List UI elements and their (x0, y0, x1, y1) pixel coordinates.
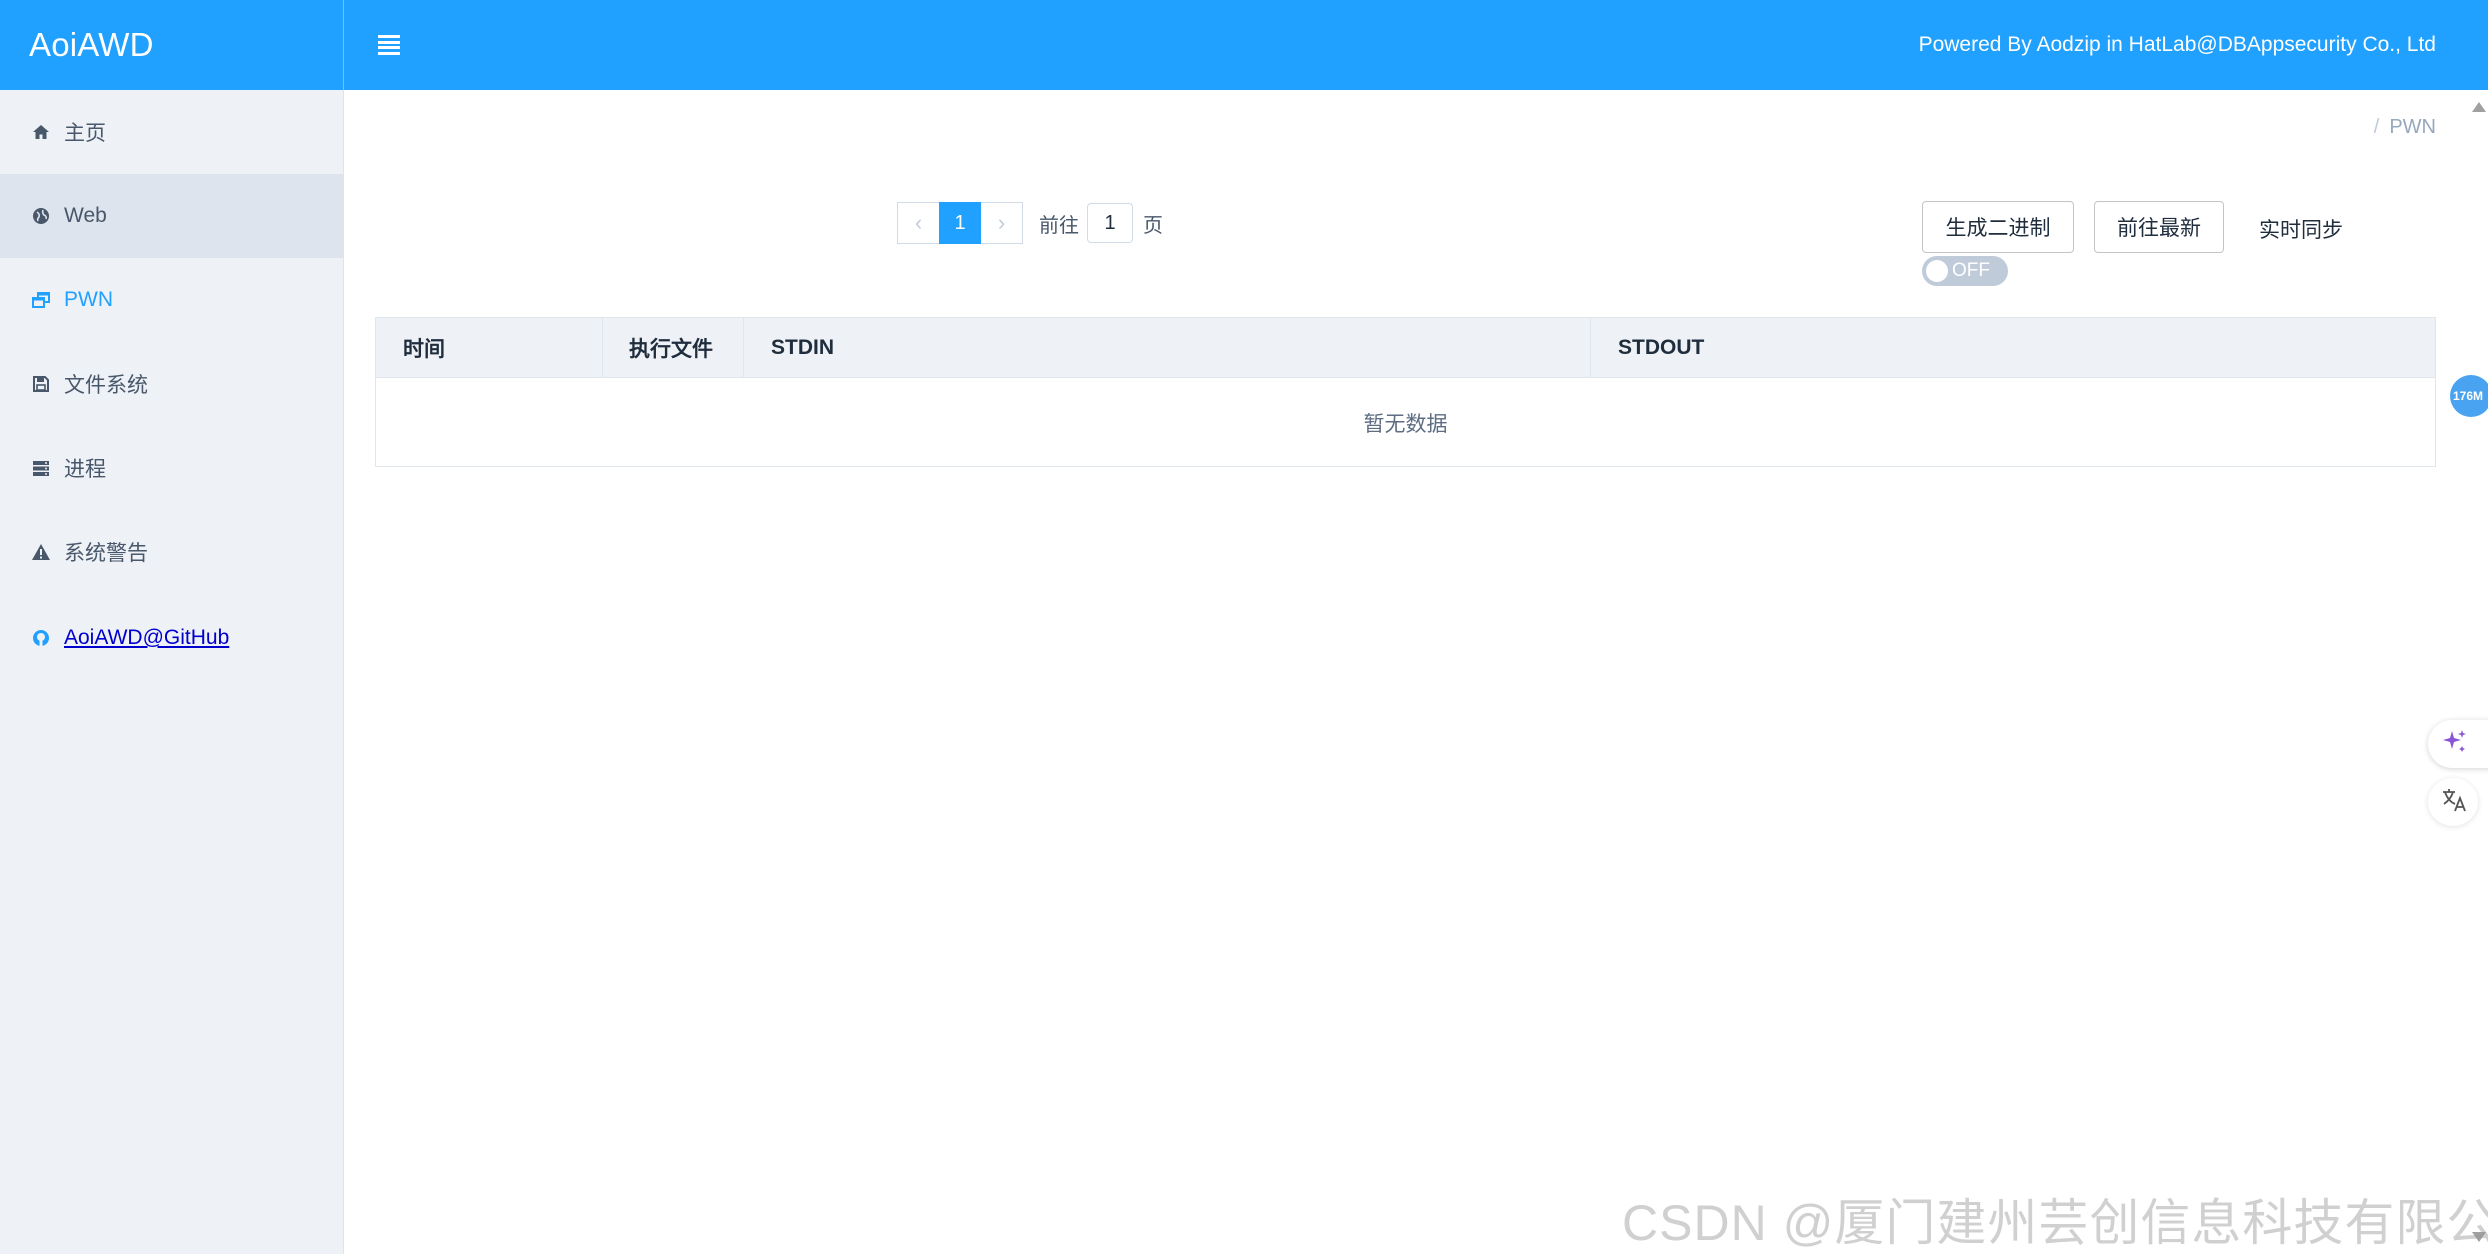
sidebar-item-pwn[interactable]: PWN (0, 258, 344, 342)
top-header: AoiAWD Powered By Aodzip in HatLab@DBApp… (0, 0, 2488, 90)
sparkle-icon (2440, 727, 2470, 762)
breadcrumb: / PWN (2374, 116, 2436, 139)
switch-knob (1926, 260, 1948, 282)
column-header-time[interactable]: 时间 (376, 318, 603, 377)
sidebar: 主页 Web PWN 文件系统 进程 系统警告 AoiAWD@GitHub (0, 90, 344, 1254)
page-suffix: 页 (1143, 214, 1163, 237)
sidebar-item-label: 主页 (64, 122, 106, 145)
brand-logo[interactable]: AoiAWD (0, 0, 344, 90)
warning-icon (30, 541, 52, 563)
goto-page-input[interactable] (1087, 203, 1133, 243)
generate-binary-button[interactable]: 生成二进制 (1922, 201, 2074, 253)
goto-latest-button[interactable]: 前往最新 (2094, 201, 2224, 253)
globe-icon (30, 205, 52, 227)
sidebar-item-github[interactable]: AoiAWD@GitHub (0, 596, 344, 680)
sidebar-item-label: PWN (64, 288, 113, 311)
column-header-stdin[interactable]: STDIN (744, 318, 1591, 377)
translate-button[interactable] (2428, 778, 2478, 826)
sidebar-item-label: 文件系统 (64, 374, 148, 397)
table-empty-text: 暂无数据 (1363, 412, 1448, 436)
github-link[interactable]: AoiAWD@GitHub (64, 626, 229, 650)
sidebar-item-label: Web (64, 204, 107, 227)
chevron-right-icon: › (997, 210, 1006, 235)
powered-by-text: Powered By Aodzip in HatLab@DBAppsecurit… (1918, 33, 2436, 56)
sidebar-item-label: 进程 (64, 458, 106, 481)
menu-toggle-icon[interactable] (376, 32, 402, 58)
memory-badge[interactable]: 176M (2450, 375, 2488, 417)
goto-label: 前往 (1039, 214, 1079, 237)
table-header: 时间 执行文件 STDIN STDOUT (376, 318, 2435, 378)
switch-state-text: OFF (1952, 260, 1990, 281)
column-header-stdout[interactable]: STDOUT (1591, 318, 2437, 377)
realtime-sync-switch[interactable]: OFF (1922, 256, 2008, 286)
sidebar-item-filesystem[interactable]: 文件系统 (0, 342, 344, 426)
next-page-button[interactable]: › (981, 202, 1023, 244)
home-icon (30, 121, 52, 143)
ai-assistant-button[interactable] (2428, 720, 2488, 768)
pwn-table: 时间 执行文件 STDIN STDOUT 暂无数据 (375, 317, 2436, 467)
page-number-current[interactable]: 1 (939, 202, 981, 244)
server-icon (30, 457, 52, 479)
column-header-executable[interactable]: 执行文件 (603, 318, 744, 377)
translate-icon (2440, 785, 2470, 820)
scroll-up-arrow[interactable] (2472, 102, 2486, 112)
sidebar-item-label: 系统警告 (64, 542, 148, 565)
realtime-sync-label: 实时同步 (2259, 219, 2343, 242)
chevron-left-icon: ‹ (914, 210, 923, 235)
sidebar-item-process[interactable]: 进程 (0, 426, 344, 510)
windows-icon (30, 289, 52, 311)
watermark: CSDN @厦门建州芸创信息科技有限公司 (1622, 1195, 2488, 1251)
floppy-icon (30, 373, 52, 395)
github-icon (30, 627, 52, 649)
pagination: ‹ 1 › 前往 页 (897, 202, 1163, 244)
sidebar-item-web[interactable]: Web (0, 174, 344, 258)
sidebar-item-home[interactable]: 主页 (0, 90, 344, 174)
breadcrumb-separator: / (2373, 116, 2380, 138)
breadcrumb-current[interactable]: PWN (2389, 116, 2436, 138)
sidebar-item-alerts[interactable]: 系统警告 (0, 510, 344, 594)
prev-page-button[interactable]: ‹ (897, 202, 939, 244)
